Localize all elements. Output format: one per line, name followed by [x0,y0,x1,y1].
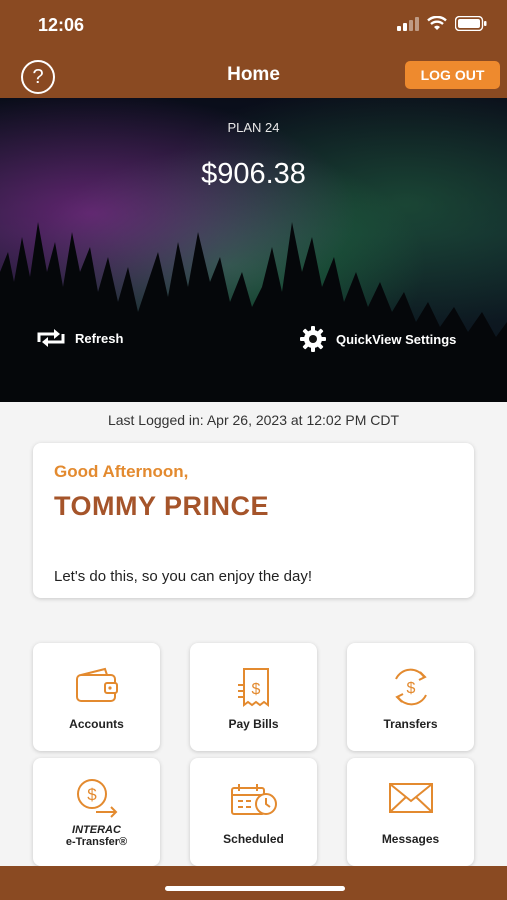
calendar-clock-icon [230,784,277,815]
last-logged-text: Last Logged in: Apr 26, 2023 at 12:02 PM… [107,412,400,428]
tile-interac-e-transfer[interactable]: $ INTERAC e-Transfer® [33,758,160,866]
battery-icon [455,16,487,31]
tile-label: Pay Bills [228,717,279,731]
status-bar: 12:06 [0,0,507,50]
tile-label: Messages [381,832,440,846]
logout-button[interactable]: LOG OUT [405,61,500,89]
forest-silhouette [0,222,507,402]
tile-label: Accounts [69,717,124,731]
svg-text:$: $ [251,681,260,698]
e-transfer-icon: $ [76,779,117,818]
refresh-label: Refresh [75,330,124,346]
hero-banner: PLAN 24 $906.38 Refresh QuickView Settin… [0,98,507,402]
plan-label: PLAN 24 [227,120,280,135]
refresh-button[interactable]: Refresh [35,328,123,348]
e-transfer-label: e-Transfer® [65,836,128,848]
transfer-icon: $ [394,668,427,706]
wallet-icon [75,667,118,702]
tile-transfers[interactable]: $ Transfers [347,643,474,751]
interac-label: INTERAC [72,824,121,836]
bottom-bar [0,866,507,900]
bill-icon: $ [237,668,269,707]
nav-bar: ? Home LOG OUT [0,50,507,98]
status-icons [397,16,487,31]
tile-label: INTERAC e-Transfer® [33,824,160,848]
signal-icon [397,16,419,31]
status-time: 12:06 [38,15,85,35]
user-name: TOMMY PRINCE [54,491,270,521]
tile-pay-bills[interactable]: $ Pay Bills [190,643,317,751]
envelope-icon [388,783,433,813]
svg-text:$: $ [406,680,415,697]
greeting-card: Good Afternoon, TOMMY PRINCE Let's do th… [33,443,474,598]
refresh-icon [37,329,65,347]
tile-scheduled[interactable]: Scheduled [190,758,317,866]
greeting-message: Let's do this, so you can enjoy the day! [54,568,313,585]
gear-icon [300,326,326,352]
account-balance: $906.38 [201,158,306,190]
tile-label: Transfers [383,717,438,731]
quickview-label: QuickView Settings [336,331,457,347]
home-indicator[interactable] [165,886,345,891]
greeting-salutation: Good Afternoon, [54,462,189,481]
tile-accounts[interactable]: Accounts [33,643,160,751]
tile-messages[interactable]: Messages [347,758,474,866]
tile-label: Scheduled [223,832,284,846]
quickview-settings-button[interactable]: QuickView Settings [300,326,456,352]
svg-text:$: $ [87,785,97,804]
wifi-icon [427,16,447,30]
